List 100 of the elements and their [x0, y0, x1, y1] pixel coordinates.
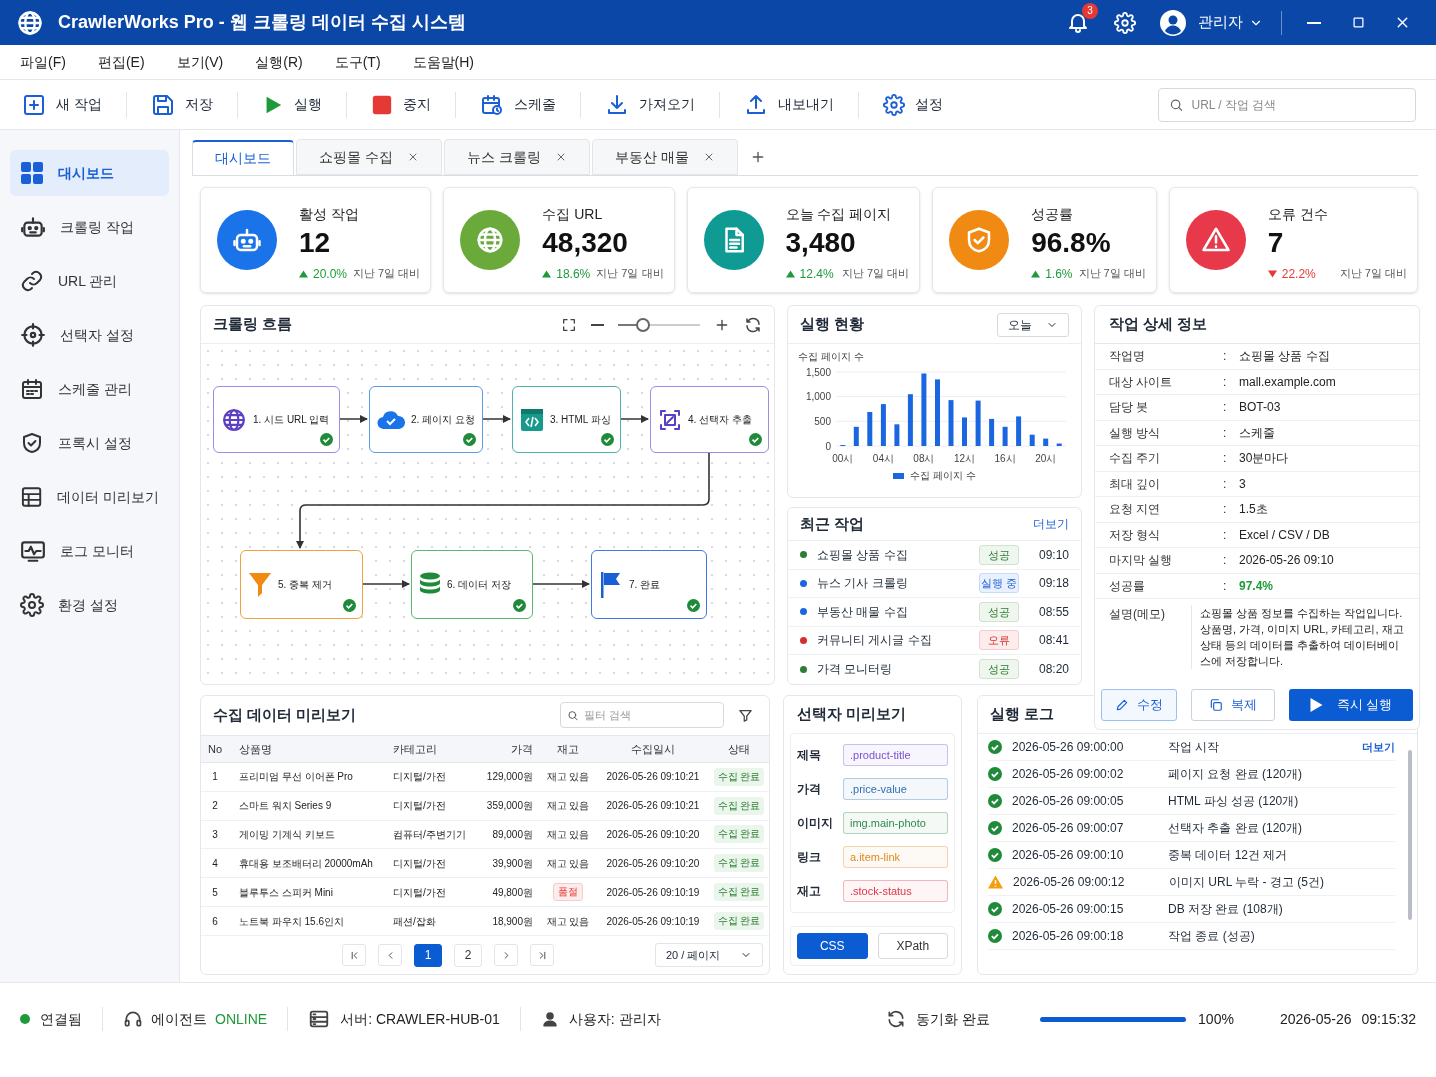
- sidebar-item[interactable]: 스케줄 관리: [10, 366, 169, 412]
- tab[interactable]: 대시보드: [192, 140, 294, 176]
- kpi-delta: 20.0%: [313, 265, 348, 283]
- toolbar-button[interactable]: 중지: [362, 86, 439, 123]
- search-input[interactable]: URL / 작업 검색: [1191, 95, 1405, 114]
- log-message: 중복 데이터 12건 제거: [1168, 847, 1288, 864]
- sync-status: 동기화 완료: [916, 1009, 991, 1029]
- period-dropdown[interactable]: 오늘: [997, 312, 1069, 337]
- field-separator: :: [1223, 373, 1228, 391]
- column-header: 가격: [510, 741, 534, 757]
- flow-node[interactable]: 4. 선택자 추출: [650, 386, 769, 453]
- flow-node[interactable]: 3. HTML 파싱: [512, 386, 621, 453]
- zoom-out-button[interactable]: [591, 323, 604, 326]
- server-icon: [308, 1008, 331, 1030]
- refresh-icon: [744, 315, 762, 334]
- sidebar-item[interactable]: 대시보드: [10, 150, 169, 196]
- last-page-button[interactable]: [530, 944, 554, 967]
- zoom-slider[interactable]: [618, 317, 700, 332]
- y-tick-label: 1,000: [805, 391, 831, 403]
- toolbar-button[interactable]: 저장: [142, 86, 221, 123]
- menu-item[interactable]: 실행(R): [255, 51, 303, 73]
- status-date: 2026-05-26: [1279, 1009, 1352, 1029]
- filter-button[interactable]: [738, 707, 753, 723]
- kpi-note: 지난 7일 대비: [840, 266, 910, 282]
- menu-item[interactable]: 보기(V): [176, 51, 224, 73]
- status-badge: 성공: [979, 544, 1019, 565]
- tab[interactable]: 쇼핑몰 수집: [296, 139, 442, 175]
- table-cell-text: 재고 있음: [546, 914, 590, 929]
- flow-node[interactable]: 2. 페이지 요청: [369, 386, 483, 453]
- more-link[interactable]: 더보기: [1362, 738, 1395, 756]
- log-time: 2026-05-26 09:00:10: [1012, 847, 1125, 864]
- memo-text: 쇼핑몰 상품 정보를 수집하는 작업입니다. 상품명, 가격, 이미지 URL, 카테고리, 재고 상태 등의 데이터를 추출하여 데이터베이스에 저장합니다.: [1191, 605, 1405, 669]
- field-value: 쇼핑몰 상품 수집: [1239, 348, 1330, 366]
- link-icon: [20, 269, 44, 293]
- sidebar-item[interactable]: URL 관리: [10, 258, 169, 304]
- log-time: 2026-05-26 09:00:02: [1012, 766, 1125, 783]
- menu-item[interactable]: 편집(E): [97, 51, 145, 73]
- first-page-button[interactable]: [342, 944, 366, 967]
- flow-node[interactable]: 6. 데이터 저장: [411, 550, 533, 619]
- x-tick-label: 20시: [1035, 453, 1057, 464]
- field-separator: :: [1223, 348, 1228, 366]
- play-icon: [1309, 698, 1323, 712]
- kpi-label: 활성 작업: [299, 204, 360, 224]
- sidebar-item[interactable]: 환경 설정: [10, 582, 169, 628]
- kpi-label: 오늘 수집 페이지: [785, 204, 893, 224]
- table-cell-text: 129,000원: [485, 770, 534, 785]
- sidebar-item[interactable]: 데이터 미리보기: [10, 474, 169, 520]
- table-cell-text: 359,000원: [485, 799, 534, 814]
- page-button[interactable]: 2: [454, 943, 482, 967]
- edit-button[interactable]: 수정: [1101, 689, 1177, 721]
- sidebar-item[interactable]: 크롤링 작업: [10, 204, 169, 250]
- sidebar-item[interactable]: 선택자 설정: [10, 312, 169, 358]
- sidebar-item[interactable]: 로그 모니터: [10, 528, 169, 574]
- toolbar-button[interactable]: 설정: [874, 86, 951, 123]
- minus-icon: [591, 323, 604, 326]
- selector-label: 이미지: [797, 815, 834, 832]
- duplicate-button[interactable]: 복제: [1191, 689, 1275, 721]
- selector-label: 재고: [797, 883, 822, 900]
- mode-toggle[interactable]: XPath: [877, 933, 948, 959]
- more-link[interactable]: 더보기: [1033, 515, 1069, 533]
- flow-node[interactable]: 7. 완료: [591, 550, 707, 619]
- field-label: 실행 방식: [1109, 424, 1162, 442]
- page-size-dropdown[interactable]: 20 / 페이지: [655, 943, 763, 968]
- toolbar-button[interactable]: 내보내기: [735, 86, 842, 123]
- log-message: 페이지 요청 완료 (120개): [1168, 766, 1302, 783]
- search-field[interactable]: URL / 작업 검색: [1158, 87, 1416, 122]
- node-label: 7. 완료: [629, 578, 661, 592]
- job-name: 뉴스 기사 크롤링: [817, 575, 909, 593]
- field-label: 요청 지연: [1109, 501, 1162, 519]
- x-tick-label: 16시: [994, 453, 1016, 464]
- run-now-button[interactable]: 즉시 실행: [1289, 689, 1413, 721]
- toolbar-button[interactable]: 가져오기: [596, 86, 703, 123]
- node-label: 1. 시드 URL 입력: [253, 413, 330, 427]
- toolbar-button[interactable]: 새 작업: [14, 86, 110, 123]
- server-name: 서버: CRAWLER-HUB-01: [340, 1009, 500, 1029]
- bar: [1016, 416, 1022, 446]
- menu-item[interactable]: 파일(F): [20, 51, 66, 73]
- flow-node[interactable]: 1. 시드 URL 입력: [213, 386, 340, 453]
- funnel-icon: [248, 571, 272, 598]
- page-button[interactable]: 1: [414, 943, 442, 967]
- table-cell-text: 디지털/가전: [392, 799, 447, 814]
- menu-item[interactable]: 도움말(H): [412, 51, 474, 73]
- filter-search-input[interactable]: 필터 검색: [583, 707, 717, 724]
- flow-node[interactable]: 5. 중복 제거: [240, 550, 363, 619]
- tab[interactable]: 뉴스 크롤링: [443, 139, 590, 175]
- filter-search-field[interactable]: 필터 검색: [560, 702, 724, 729]
- toolbar-button[interactable]: 실행: [253, 86, 330, 123]
- refresh-button[interactable]: [744, 315, 762, 334]
- tab[interactable]: 부동산 매물: [591, 139, 738, 175]
- menu-item[interactable]: 도구(T): [334, 51, 381, 73]
- sidebar-item[interactable]: 프록시 설정: [10, 420, 169, 466]
- mode-toggle[interactable]: CSS: [797, 933, 868, 959]
- user-menu[interactable]: 관리자: [1198, 11, 1263, 34]
- job-time: 08:55: [1037, 603, 1069, 621]
- slider-thumb[interactable]: [635, 317, 650, 332]
- save-icon: [150, 92, 175, 117]
- bar: [975, 400, 981, 446]
- kpi-note: 지난 7일 대비: [1077, 266, 1146, 282]
- toolbar-button[interactable]: 스케줄: [471, 86, 564, 123]
- fit-view-button[interactable]: [561, 316, 577, 333]
